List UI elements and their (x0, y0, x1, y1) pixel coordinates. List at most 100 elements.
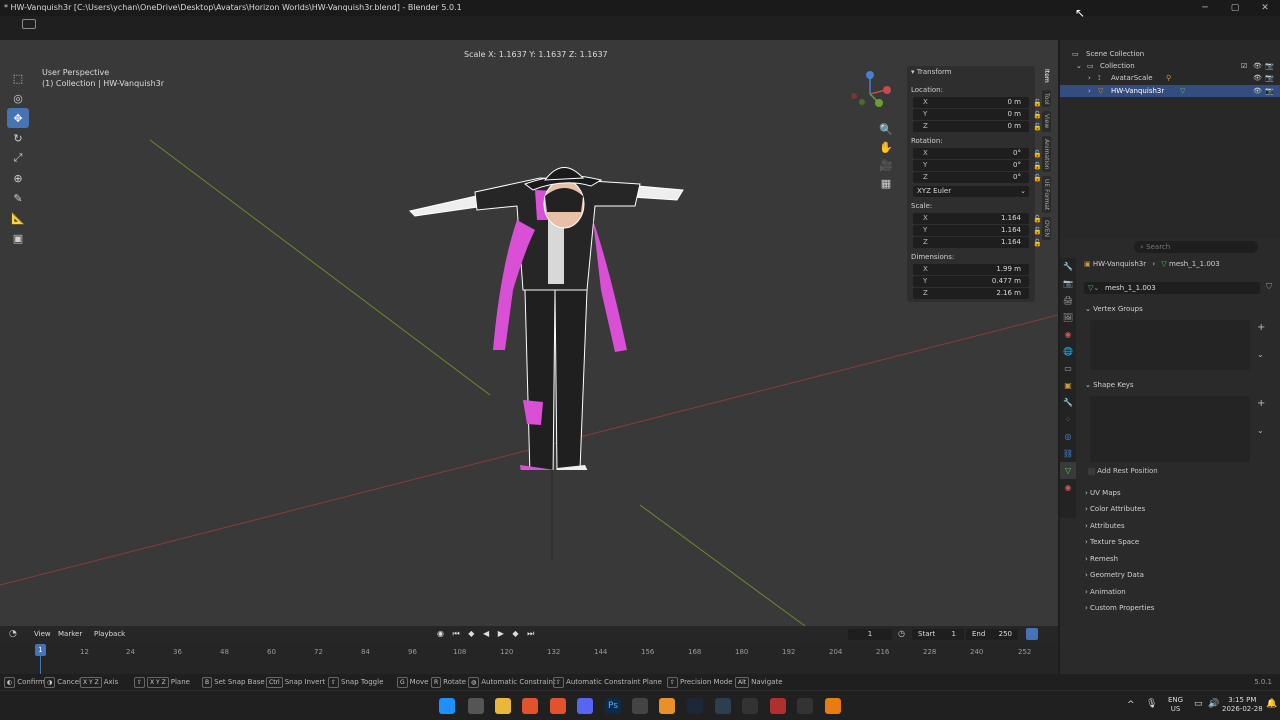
brave-notification-icon[interactable] (550, 698, 566, 714)
geometry-data-panel[interactable]: › Geometry Data (1085, 568, 1270, 582)
location-x-field[interactable]: X 0 m 🔓 (913, 97, 1042, 108)
close-icon[interactable]: ✕ (1250, 0, 1280, 16)
play-reverse-icon[interactable]: ◀ (483, 629, 492, 638)
uv-maps-panel[interactable]: › UV Maps (1085, 486, 1270, 500)
chevron-right-icon[interactable]: › (1088, 72, 1091, 84)
scale-tool-icon[interactable]: ⤢ (7, 148, 29, 168)
microphone-icon[interactable]: 🎙 (1146, 699, 1157, 709)
particles-tab-icon[interactable]: ⁘ (1060, 411, 1076, 428)
clock[interactable]: 3:15 PM 2026-02-28 (1222, 696, 1263, 714)
checkbox-icon[interactable] (1088, 467, 1095, 475)
animation-panel[interactable]: › Animation (1085, 585, 1270, 599)
language-indicator[interactable]: ENG US (1168, 696, 1183, 714)
prev-keyframe-icon[interactable]: ◆ (468, 629, 477, 638)
lock-icon[interactable]: 🔓 (1033, 214, 1042, 223)
timeline-menu-view[interactable]: View (34, 630, 51, 638)
maximize-icon[interactable]: ▢ (1220, 0, 1250, 16)
current-frame-field[interactable]: 1 (848, 629, 892, 640)
tray-chevron-icon[interactable]: ^ (1127, 700, 1135, 710)
playhead[interactable]: 1 (35, 644, 46, 656)
eye-icon[interactable]: 👁 (1253, 60, 1262, 72)
world-tab-icon[interactable]: 🌐 (1060, 343, 1076, 360)
file-explorer-icon[interactable] (495, 698, 511, 714)
physics-tab-icon[interactable]: ◎ (1060, 428, 1076, 445)
editor-type-icon[interactable] (22, 19, 36, 29)
play-icon[interactable]: ▶ (498, 629, 507, 638)
add-icon[interactable]: + (1257, 322, 1265, 333)
texture-space-panel[interactable]: › Texture Space (1085, 535, 1270, 549)
outliner-item-avatarscale[interactable]: › ⟟ AvatarScale ⚲ 👁 📷 (1060, 72, 1280, 84)
vertex-groups-list[interactable] (1090, 320, 1250, 370)
lock-icon[interactable]: 🔓 (1033, 226, 1042, 235)
lock-icon[interactable]: 🔓 (1033, 238, 1042, 247)
navigation-gizmo[interactable] (846, 68, 896, 118)
zoom-icon[interactable]: 🔍 (878, 120, 894, 138)
camera-icon[interactable]: 🎥 (878, 156, 894, 174)
transform-tool-icon[interactable]: ⊕ (7, 168, 29, 188)
brave-icon[interactable] (522, 698, 538, 714)
data-tab-icon[interactable]: ▽ (1060, 462, 1076, 479)
tab-view[interactable]: View (1042, 111, 1051, 132)
app-icon[interactable] (715, 698, 731, 714)
scale-z-field[interactable]: Z 1.164 🔓 (913, 237, 1042, 248)
checkbox-icon[interactable]: ☑ (1241, 60, 1247, 72)
object-tab-icon[interactable]: ▣ (1060, 377, 1076, 394)
steam-icon[interactable] (687, 698, 703, 714)
location-y-field[interactable]: Y 0 m 🔓 (913, 109, 1042, 120)
rotation-x-field[interactable]: X 0° 🔓 (913, 148, 1042, 159)
grid-icon[interactable]: ▦ (878, 174, 894, 192)
move-tool-icon[interactable]: ✥ (7, 108, 29, 128)
transform-panel-header[interactable]: ▾ Transform (911, 68, 952, 76)
camera-icon[interactable]: 📷 (1265, 85, 1274, 97)
view-layer-tab-icon[interactable]: 🖼 (1060, 309, 1076, 326)
chevron-down-icon[interactable]: ⌄ (1257, 426, 1264, 435)
clock-icon[interactable]: ◔ (9, 629, 17, 639)
next-keyframe-icon[interactable]: ◆ (512, 629, 521, 638)
camera-icon[interactable]: 📷 (1265, 60, 1274, 72)
tab-ue-format[interactable]: UE Format (1042, 176, 1051, 214)
chevron-down-icon[interactable]: ⌄ (1257, 350, 1264, 359)
photoshop-icon[interactable]: Ps (605, 698, 621, 714)
rotation-mode-select[interactable]: XYZ Euler ⌄ (913, 186, 1029, 197)
lock-icon[interactable]: 🔓 (1033, 98, 1042, 107)
vertex-groups-panel[interactable]: ⌄ Vertex Groups (1085, 302, 1270, 316)
network-icon[interactable]: ▭ (1194, 699, 1203, 709)
jump-start-icon[interactable]: ⏮ (453, 629, 463, 638)
camera-icon[interactable]: 📷 (1265, 72, 1274, 84)
chevron-down-icon[interactable]: ⌄ (1076, 60, 1082, 72)
task-view-icon[interactable] (468, 698, 484, 714)
custom-properties-panel[interactable]: › Custom Properties (1085, 601, 1270, 615)
avatar-model[interactable] (405, 120, 695, 470)
location-z-field[interactable]: Z 0 m 🔓 (913, 121, 1042, 132)
annotate-tool-icon[interactable]: ✎ (7, 188, 29, 208)
blender-icon[interactable] (825, 698, 841, 714)
eye-icon[interactable]: 👁 (1253, 85, 1262, 97)
discord-icon[interactable] (577, 698, 593, 714)
minimize-icon[interactable]: ─ (1190, 0, 1220, 16)
shape-keys-list[interactable] (1090, 396, 1250, 462)
shape-keys-panel[interactable]: ⌄ Shape Keys (1085, 378, 1270, 392)
timeline-ruler[interactable]: 1 12 24 36 48 60 72 84 96 108 120 132 14… (0, 644, 1058, 674)
add-cube-tool-icon[interactable]: ▣ (7, 228, 29, 248)
scale-y-field[interactable]: Y 1.164 🔓 (913, 225, 1042, 236)
select-tool-icon[interactable]: ⬚ (7, 68, 29, 88)
collection-tab-icon[interactable]: ▭ (1060, 360, 1076, 377)
outliner-scene-collection[interactable]: ▭ Scene Collection (1060, 48, 1280, 60)
scene-tab-icon[interactable]: ◉ (1060, 326, 1076, 343)
tab-tool[interactable]: Tool (1042, 89, 1051, 108)
constraints-tab-icon[interactable]: ⛓ (1060, 445, 1076, 462)
timeline-menu-marker[interactable]: Marker (58, 630, 82, 638)
cursor-tool-icon[interactable]: ◎ (7, 88, 29, 108)
scale-x-field[interactable]: X 1.164 🔓 (913, 213, 1042, 224)
add-icon[interactable]: + (1257, 398, 1265, 409)
dimensions-z-field[interactable]: Z 2.16 m (913, 288, 1029, 299)
jump-end-icon[interactable]: ⏭ (527, 629, 537, 638)
browser-icon[interactable] (770, 698, 786, 714)
rotate-tool-icon[interactable]: ↻ (7, 128, 29, 148)
dimensions-y-field[interactable]: Y 0.477 m (913, 276, 1029, 287)
datablock-selector[interactable]: ▽⌄ mesh_1_1.003 (1084, 282, 1260, 294)
properties-search[interactable]: ⌕ Search (1134, 241, 1258, 253)
volume-icon[interactable]: 🔊 (1208, 699, 1219, 709)
dimensions-x-field[interactable]: X 1.99 m (913, 264, 1029, 275)
eye-icon[interactable]: 👁 (1253, 72, 1262, 84)
